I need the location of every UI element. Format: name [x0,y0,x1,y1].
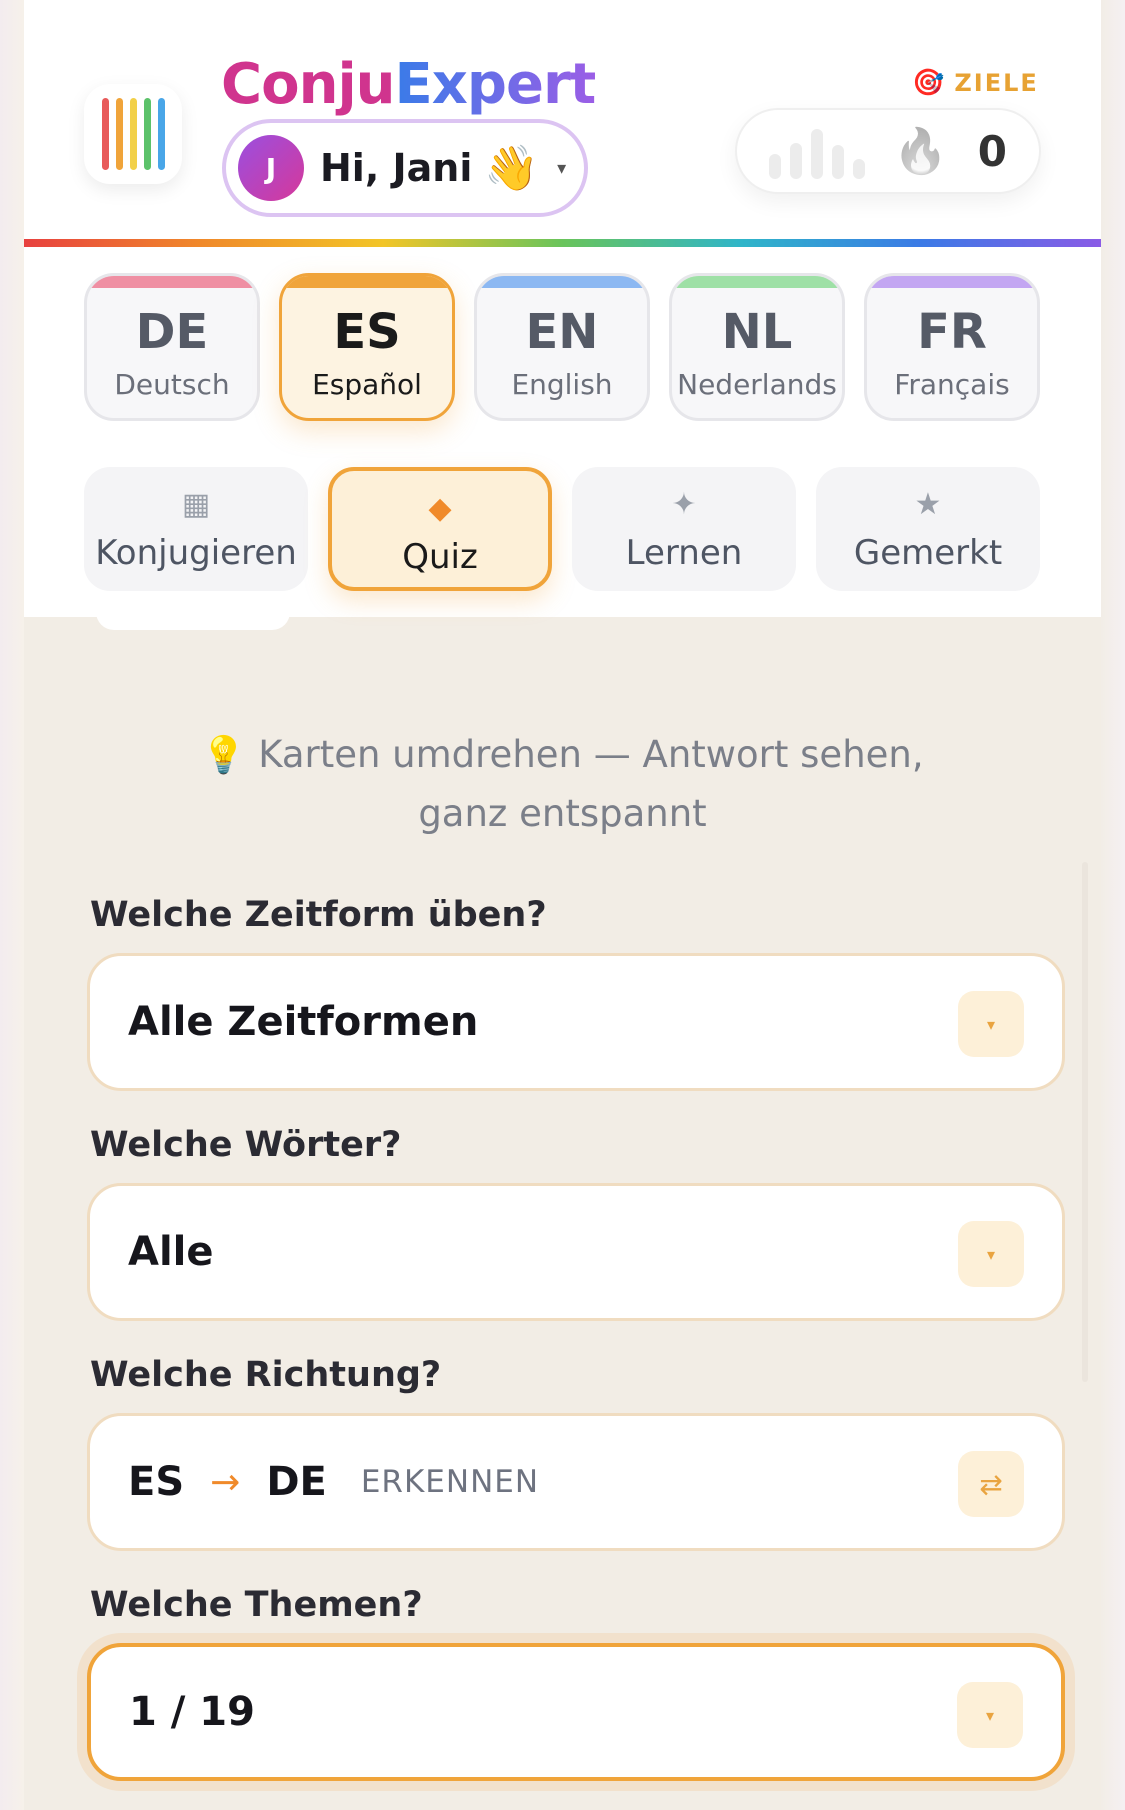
lang-code: ES [333,304,401,360]
logo-bar [129,98,137,170]
lang-name: Français [894,368,1010,401]
flame-icon: 🔥 [893,126,948,177]
lang-tab-de[interactable]: DE Deutsch [84,273,260,421]
activity-bar [832,145,844,179]
brand-part-1: Conju [221,52,395,117]
navigation-section: DE Deutsch ES Español EN English NL Nede… [24,247,1101,617]
topics-select[interactable]: 1 / 19 ▾ [87,1643,1065,1781]
words-label: Welche Wörter? [90,1125,402,1165]
mode-tab-lernen[interactable]: ✦ Lernen [572,467,796,591]
tense-value: Alle Zeitformen [128,999,479,1045]
lang-code: FR [917,304,987,360]
chevron-down-icon: ▾ [958,1221,1024,1287]
wave-icon: 👋 [484,143,540,194]
lang-code: DE [135,304,209,360]
target-icon: 🎯 [912,68,945,98]
tense-select[interactable]: Alle Zeitformen ▾ [87,953,1065,1091]
chevron-down-icon: ▾ [958,991,1024,1057]
lang-name: Nederlands [677,368,837,401]
page: ConjuExpert J Hi, Jani 👋 ▾ 🎯 ZIELE 🔥 0 D… [24,0,1101,1810]
brand-title: ConjuExpert [221,50,597,120]
streak-widget[interactable]: 🔥 0 [735,108,1041,194]
direction-label: Welche Richtung? [90,1355,442,1395]
diamond-icon: ◆ [428,491,452,526]
mode-label: Konjugieren [95,533,297,573]
hint-line-1-text: Karten umdrehen — Antwort sehen, [258,733,924,776]
lang-accent-strip [867,276,1037,288]
direction-value: ES → DE ERKENNEN [128,1459,539,1505]
activity-bar [769,154,781,179]
chevron-down-icon: ▾ [557,157,567,179]
app-logo[interactable] [84,84,182,184]
hint-text: 💡 Karten umdrehen — Antwort sehen, ganz e… [24,726,1101,843]
chevron-down-icon: ▾ [957,1682,1023,1748]
grid-icon: ▦ [181,487,211,522]
activity-bar [811,129,823,179]
rainbow-divider [24,239,1101,247]
logo-bar [157,98,165,170]
lang-tab-nl[interactable]: NL Nederlands [669,273,845,421]
lang-accent-strip [282,276,452,288]
mode-tab-quiz[interactable]: ◆ Quiz [328,467,552,591]
direction-from: ES [128,1459,185,1505]
words-value: Alle [128,1229,214,1275]
tense-label: Welche Zeitform üben? [90,895,547,935]
words-select[interactable]: Alle ▾ [87,1183,1065,1321]
user-menu-button[interactable]: J Hi, Jani 👋 ▾ [222,119,588,217]
header: ConjuExpert J Hi, Jani 👋 ▾ 🎯 ZIELE 🔥 0 [24,0,1101,240]
streak-count: 0 [977,126,1008,176]
logo-bar [101,98,109,170]
lang-tab-en[interactable]: EN English [474,273,650,421]
activity-sparkline [769,123,865,179]
lang-tab-es[interactable]: ES Español [279,273,455,421]
activity-bar [853,159,865,179]
lang-accent-strip [477,276,647,288]
star-icon: ★ [914,487,942,522]
hint-line-1: 💡 Karten umdrehen — Antwort sehen, [24,726,1101,785]
scrollbar[interactable] [1082,862,1088,1382]
topics-label: Welche Themen? [90,1585,423,1625]
lightbulb-icon: 💡 [201,735,247,776]
avatar: J [238,135,304,201]
greeting-text: Hi, Jani [320,146,473,190]
mode-label: Lernen [625,533,743,573]
goals-label: ZIELE [954,69,1039,97]
lang-name: English [511,368,613,401]
mode-label: Gemerkt [853,533,1003,573]
arrow-right-icon: → [210,1461,241,1503]
sparkle-icon: ✦ [671,487,697,522]
scrolled-card-edge [96,612,290,630]
lang-tab-fr[interactable]: FR Français [864,273,1040,421]
mode-tab-gemerkt[interactable]: ★ Gemerkt [816,467,1040,591]
goals-link[interactable]: 🎯 ZIELE [912,66,1039,100]
mode-label: Quiz [402,537,478,577]
lang-code: EN [525,304,599,360]
lang-accent-strip [672,276,842,288]
activity-bar [790,143,802,179]
hint-line-2: ganz entspannt [418,792,707,835]
lang-name: Español [312,368,422,401]
direction-mode: ERKENNEN [360,1464,540,1500]
lang-accent-strip [87,276,257,288]
topics-value: 1 / 19 [129,1689,255,1735]
brand-part-2: Expert [394,52,597,117]
logo-bar [143,98,151,170]
app-frame: ConjuExpert J Hi, Jani 👋 ▾ 🎯 ZIELE 🔥 0 D… [0,0,1125,1810]
lang-code: NL [721,304,793,360]
lang-name: Deutsch [114,368,230,401]
direction-to: DE [266,1459,327,1505]
direction-select[interactable]: ES → DE ERKENNEN ⇄ [87,1413,1065,1551]
swap-icon[interactable]: ⇄ [958,1451,1024,1517]
logo-bar [115,98,123,170]
mode-tab-konjugieren[interactable]: ▦ Konjugieren [84,467,308,591]
